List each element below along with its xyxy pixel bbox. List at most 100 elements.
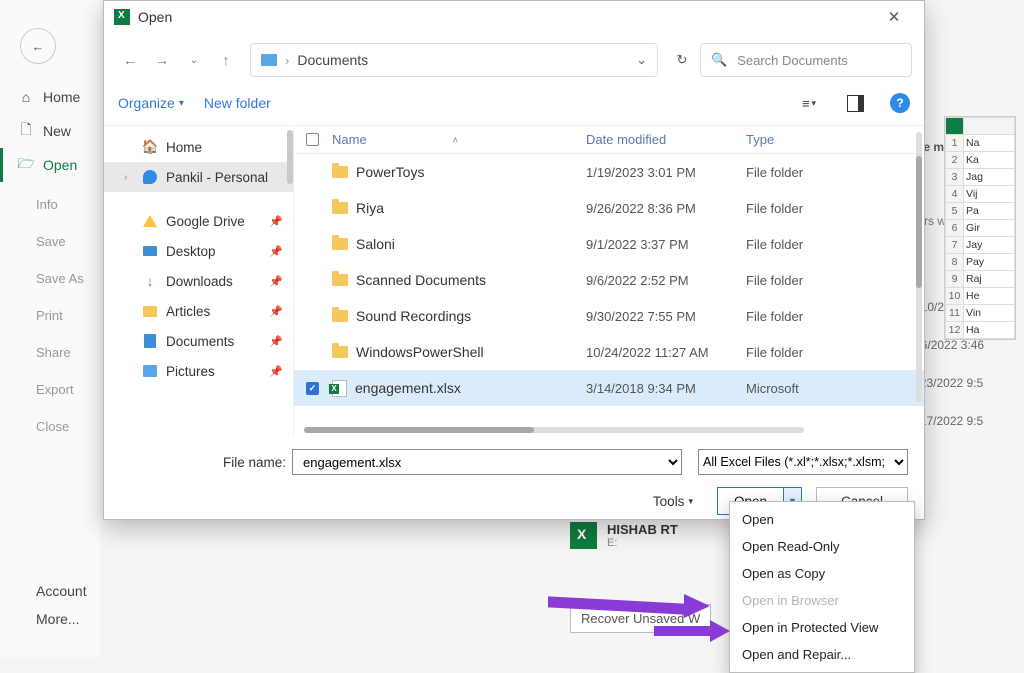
file-date: 1/19/2023 3:01 PM [586,165,746,180]
search-input[interactable] [735,52,901,69]
menu-item-open-in-browser: Open in Browser [730,587,914,614]
pin-icon: 📌 [269,365,283,378]
nav-save[interactable]: Save [0,227,100,256]
file-row[interactable]: ✓engagement.xlsx3/14/2018 9:34 PMMicroso… [294,370,924,406]
file-type: File folder [746,237,924,252]
dropdown-icon: ▾ [688,496,693,507]
organize-menu[interactable]: Organize▾ [118,95,184,111]
dropdown-icon: ▾ [179,98,184,109]
bg-recent-sub: E: [607,537,678,549]
nav-up-button[interactable]: ↑ [212,46,240,74]
file-name: Sound Recordings [356,308,471,324]
col-header-type[interactable]: Type [746,132,924,147]
tree-item-google-drive[interactable]: Google Drive📌 [104,206,293,236]
file-name-input[interactable]: engagement.xlsx [292,449,682,475]
tree-item-label: Pictures [166,364,215,379]
file-row[interactable]: Saloni9/1/2022 3:37 PMFile folder [294,226,924,262]
file-row[interactable]: WindowsPowerShell10/24/2022 11:27 AMFile… [294,334,924,370]
breadcrumb-dropdown-icon[interactable]: ⌄ [636,52,647,68]
menu-item-open-read-only[interactable]: Open Read-Only [730,533,914,560]
dialog-close-button[interactable]: ✕ [874,8,914,26]
tree-item-articles[interactable]: Articles 📌 [104,296,293,326]
nav-forward-button[interactable]: → [148,46,176,74]
tree-item-downloads[interactable]: ↓Downloads📌 [104,266,293,296]
file-date: 10/24/2022 11:27 AM [586,345,746,360]
view-list-button[interactable]: ≡ ▾ [797,91,821,115]
col-header-name[interactable]: Name˄ [332,132,586,147]
menu-item-open-in-protected-view[interactable]: Open in Protected View [730,614,914,641]
file-list-pane: Name˄ Date modified Type PowerToys 1/19/2… [294,126,924,435]
refresh-button[interactable]: ↻ [668,46,696,74]
nav-close[interactable]: Close [0,412,100,441]
new-file-icon: 🗋 [18,123,34,139]
file-row[interactable]: Scanned Documents 9/6/2022 2:52 PMFile fo… [294,262,924,298]
file-row[interactable]: Riya 9/26/2022 8:36 PMFile folder [294,190,924,226]
file-type-select[interactable]: All Excel Files (*.xl*;*.xlsx;*.xlsm; [698,449,908,475]
menu-item-open-as-copy[interactable]: Open as Copy [730,560,914,587]
tree-item-home[interactable]: 🏠Home [104,132,293,162]
help-button[interactable]: ? [890,93,910,113]
tree-item-documents[interactable]: Documents📌 [104,326,293,356]
breadcrumb-bar[interactable]: › Documents ⌄ [250,43,658,77]
file-vscrollbar-thumb[interactable] [916,156,922,288]
dialog-command-bar: Organize▾ New folder ≡ ▾ ? [104,87,924,125]
row-checkbox[interactable]: ✓ [306,382,319,395]
file-name: Riya [356,200,384,216]
tree-item-label: Articles [166,304,210,319]
nav-back-button[interactable]: ← [116,46,144,74]
back-button[interactable]: ← [20,28,56,64]
nav-more[interactable]: More... [36,611,87,627]
col-header-date[interactable]: Date modified [586,132,746,147]
nav-new-label: New [43,123,71,139]
folder-icon [332,310,348,322]
nav-recent-dropdown[interactable]: ⌄ [180,46,208,74]
file-date: 9/26/2022 8:36 PM [586,201,746,216]
search-icon: 🔍 [711,52,727,68]
pin-icon: 📌 [269,305,283,318]
dialog-titlebar: Open ✕ [104,1,924,33]
file-row[interactable]: Sound Recordings9/30/2022 7:55 PMFile fo… [294,298,924,334]
preview-pane-button[interactable] [847,95,864,112]
file-date: 9/1/2022 3:37 PM [586,237,746,252]
file-name: PowerToys [356,164,424,180]
nav-info[interactable]: Info [0,190,100,219]
file-type: File folder [746,201,924,216]
tree-item-pankil-personal[interactable]: ›Pankil - Personal [104,162,293,192]
menu-item-open-and-repair-[interactable]: Open and Repair... [730,641,914,668]
file-name: Scanned Documents [356,272,486,288]
tree-item-desktop[interactable]: Desktop📌 [104,236,293,266]
nav-share[interactable]: Share [0,338,100,367]
nav-open-label: Open [43,157,77,173]
folder-icon [332,166,348,178]
nav-account[interactable]: Account [36,583,87,599]
open-file-dialog: Open ✕ ← → ⌄ ↑ › Documents ⌄ ↻ 🔍 Organiz… [103,0,925,520]
nav-home[interactable]: ⌂Home [0,80,100,114]
tree-item-pictures[interactable]: Pictures 📌 [104,356,293,386]
nav-open[interactable]: 🗁 Open [0,148,100,182]
search-box[interactable]: 🔍 [700,43,912,77]
annotation-arrow [654,623,730,641]
tree-scrollbar[interactable] [287,130,293,184]
select-all-checkbox[interactable] [306,133,319,146]
new-folder-button[interactable]: New folder [204,95,271,111]
nav-print[interactable]: Print [0,301,100,330]
folder-icon [261,54,277,66]
menu-item-open[interactable]: Open [730,506,914,533]
file-date: 9/6/2022 2:52 PM [586,273,746,288]
file-date: 3/14/2018 9:34 PM [586,381,746,396]
folder-icon [332,202,348,214]
dialog-title: Open [138,9,172,25]
file-hscrollbar-thumb[interactable] [304,427,534,433]
nav-save-as[interactable]: Save As [0,264,100,293]
file-type: File folder [746,273,924,288]
nav-new[interactable]: 🗋 New [0,114,100,148]
tree-item-label: Pankil - Personal [166,170,268,185]
nav-export[interactable]: Export [0,375,100,404]
tree-item-label: Downloads [166,274,233,289]
tree-item-label: Google Drive [166,214,245,229]
file-type: File folder [746,345,924,360]
tools-menu[interactable]: Tools▾ [653,494,693,509]
xlsx-file-icon [332,380,347,397]
file-row[interactable]: PowerToys1/19/2023 3:01 PMFile folder [294,154,924,190]
open-folder-icon: 🗁 [18,157,34,173]
